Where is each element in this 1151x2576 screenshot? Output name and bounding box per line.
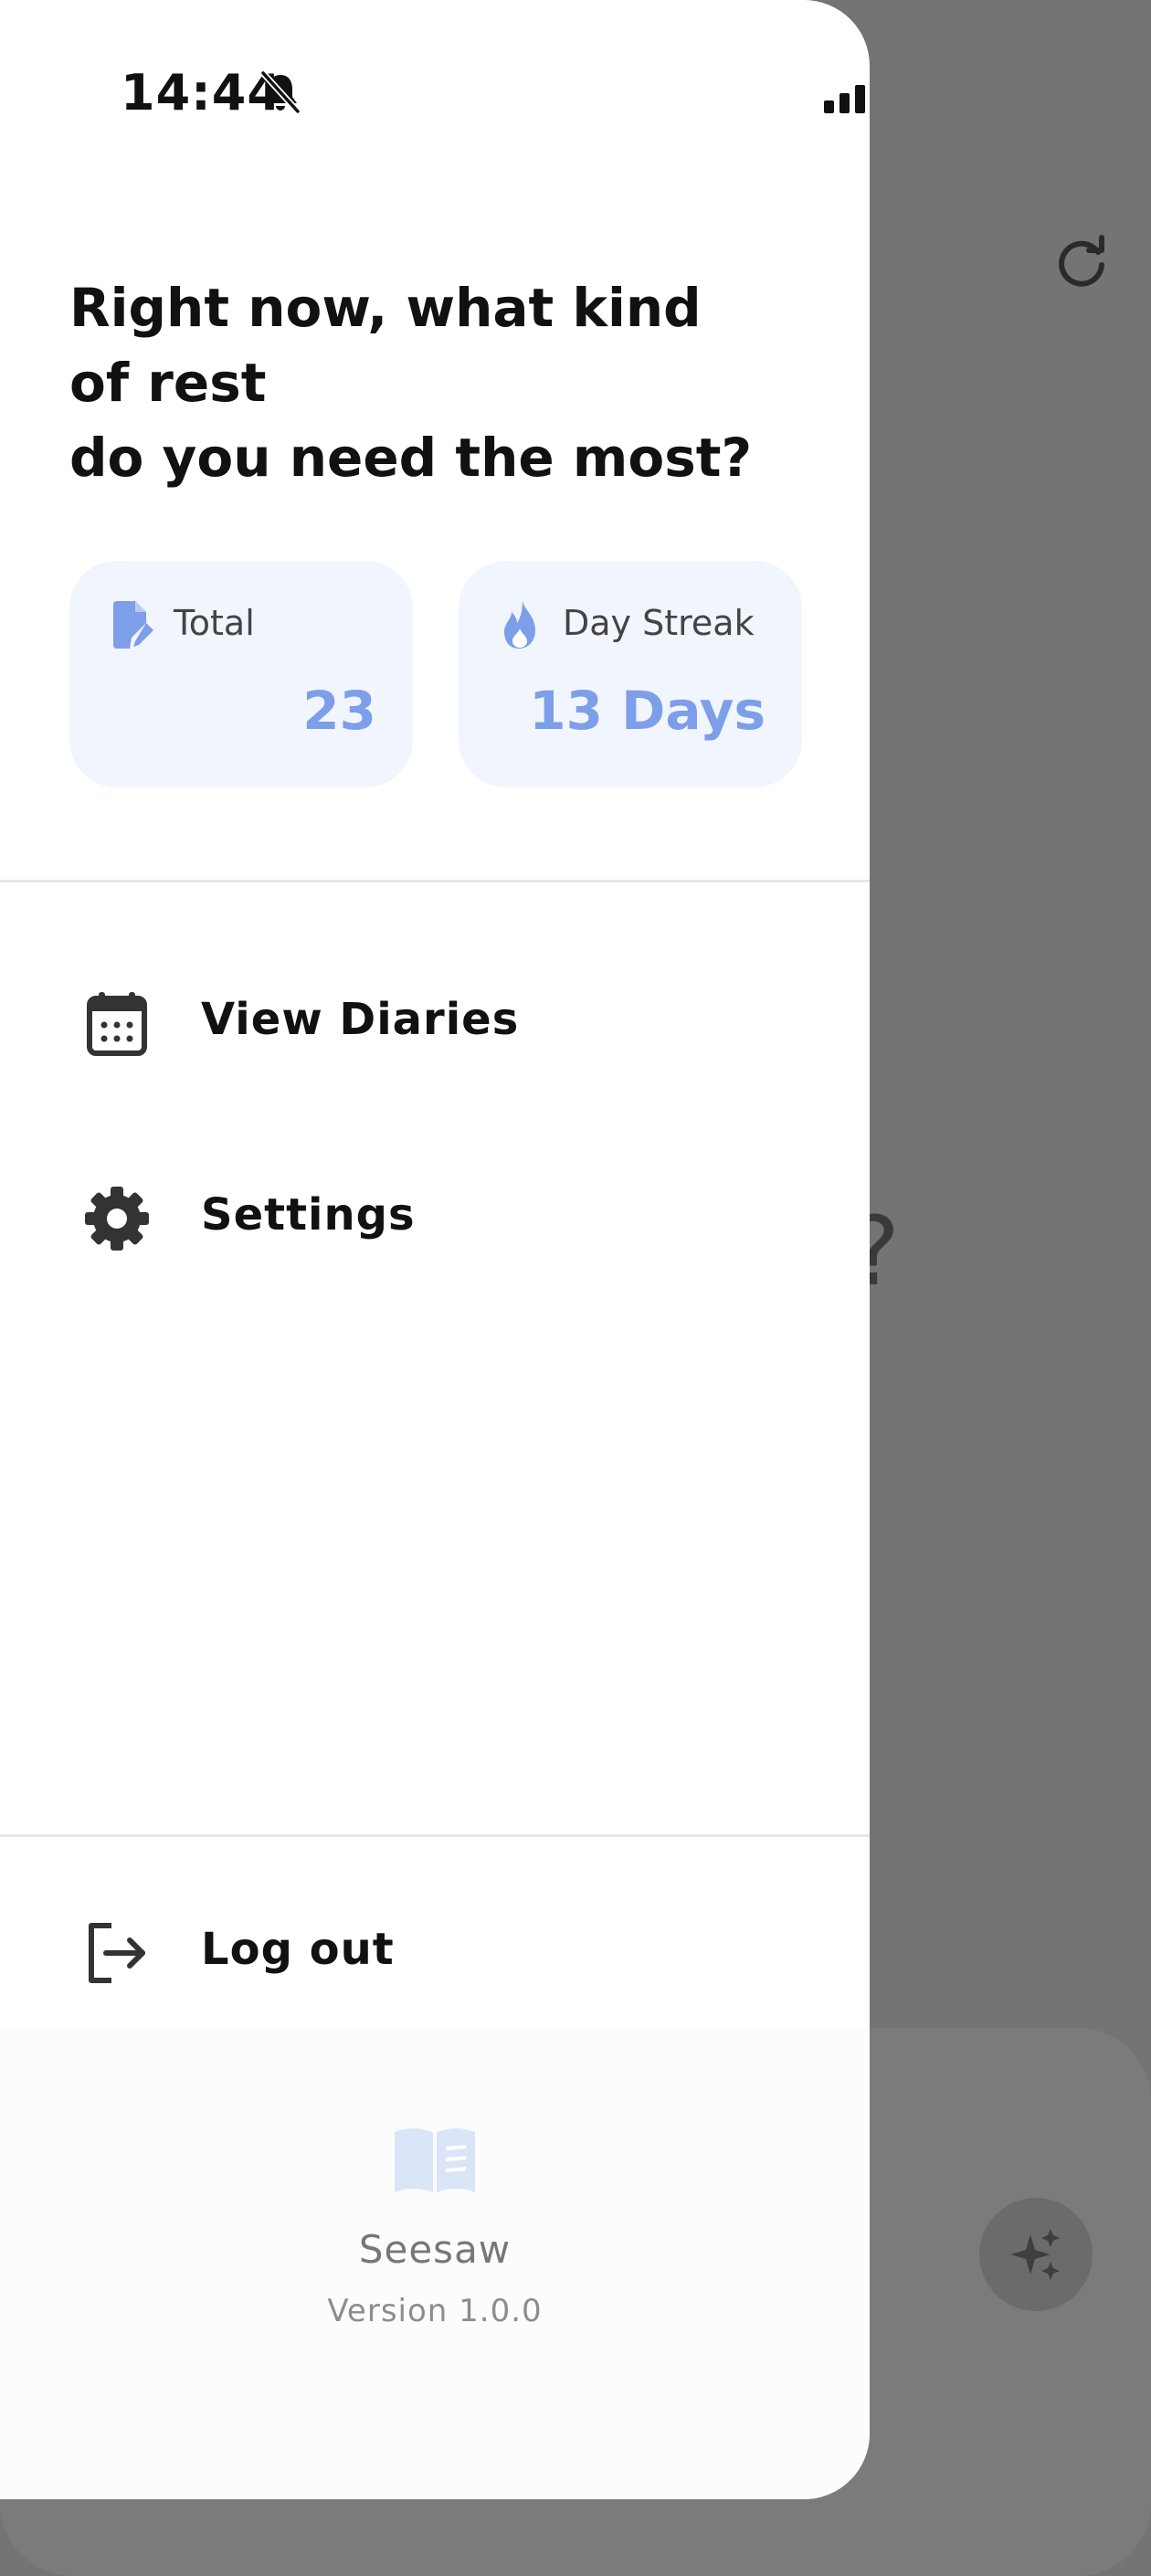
app-name: Seesaw [358,2227,512,2272]
menu-label-settings: Settings [201,1189,416,1240]
sparkles-icon [1010,2229,1060,2280]
flame-icon [504,601,535,649]
refresh-icon[interactable] [1052,232,1111,290]
stat-label-total: Total [174,603,255,643]
stat-card-total: Total 23 [69,561,413,787]
book-icon [395,2128,475,2192]
ai-sparkle-button[interactable] [979,2198,1093,2311]
menu-item-logout[interactable]: Log out [0,1896,870,2006]
drawer-footer: Seesaw Version 1.0.0 [0,2028,870,2499]
menu-item-view-diaries[interactable]: View Diaries [0,966,870,1076]
logout-icon [89,1923,145,1983]
stat-value-total: 23 [302,680,376,742]
gear-icon [85,1187,149,1251]
navigation-drawer: 14:44 4G Right now, what kind of rest do… [0,0,870,2499]
menu-label-view-diaries: View Diaries [201,994,520,1045]
bell-off-icon [260,70,301,114]
stat-label-streak: Day Streak [563,603,755,643]
menu-label-logout: Log out [201,1924,395,1975]
app-version: Version 1.0.0 [327,2293,543,2329]
signal-icon [824,85,865,113]
calendar-icon [87,992,147,1056]
divider [0,1834,870,1837]
drawer-title: Right now, what kind of rest do you need… [69,277,753,489]
stat-value-streak: 13 Days [529,680,766,742]
menu-item-settings[interactable]: Settings [0,1162,870,1272]
divider [0,880,870,882]
stat-card-streak: Day Streak 13 Days [459,561,802,787]
document-edit-icon [113,601,153,649]
